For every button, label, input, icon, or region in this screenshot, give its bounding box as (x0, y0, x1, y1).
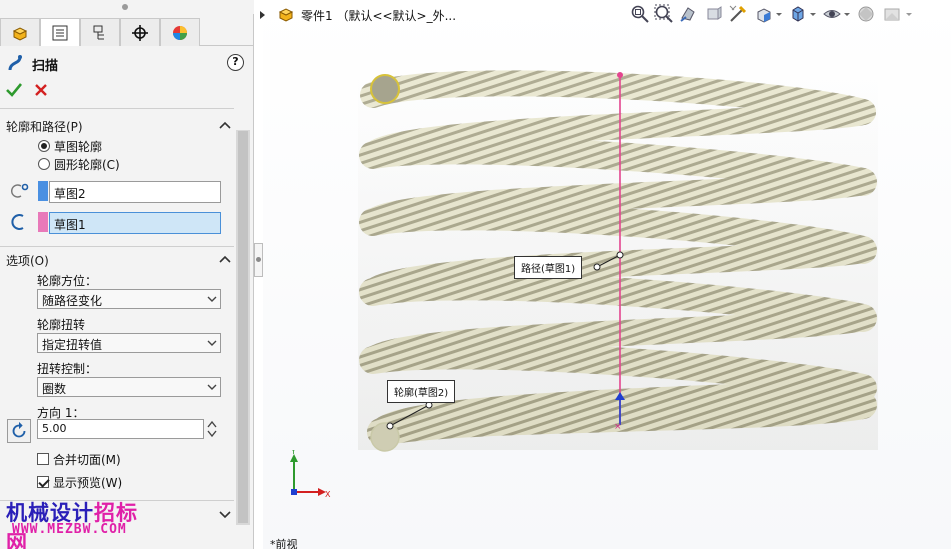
orientation-label: 轮廓方位： (37, 274, 98, 288)
profile-selection-box[interactable]: 草图2 (49, 181, 221, 203)
collapse-arrow-icon[interactable] (219, 121, 231, 129)
tab-dimxpert-manager[interactable] (120, 18, 160, 46)
profile-color-swatch (38, 181, 48, 201)
chevron-down-icon (207, 340, 217, 346)
radio-label: 草图轮廓 (54, 139, 103, 154)
dropdown-value: 圈数 (42, 382, 67, 396)
orientation-dropdown[interactable]: 随路径变化 (37, 289, 221, 309)
y-axis-label: Y (290, 450, 296, 456)
path-callout[interactable]: 路径(草图1) (514, 256, 583, 279)
view-name-label: *前视 (270, 538, 298, 549)
merge-tangent-faces-checkbox[interactable]: 合并切面(M) (37, 451, 121, 467)
splitter-dot (256, 257, 261, 262)
tab-property-manager[interactable] (40, 18, 80, 46)
feature-title: 扫描 (32, 59, 59, 74)
profile-circle-end[interactable] (370, 74, 400, 104)
expand-arrow-icon[interactable] (219, 511, 231, 519)
radio-sketch-profile[interactable]: 草图轮廓 (38, 138, 102, 154)
path-color-swatch (38, 212, 48, 232)
panel-grip[interactable] (0, 0, 254, 14)
collapse-arrow-icon[interactable] (219, 255, 231, 263)
twist-label: 轮廓扭转 (37, 318, 86, 332)
dropdown-value: 随路径变化 (42, 294, 103, 308)
scrollbar-thumb[interactable] (238, 131, 248, 523)
spring-model[interactable]: × (263, 0, 951, 549)
checkbox-label: 显示预览(W) (53, 475, 123, 490)
ok-button[interactable] (5, 81, 23, 99)
separator (0, 246, 234, 247)
crosshair-icon (132, 24, 148, 41)
property-manager-icon (52, 25, 68, 40)
property-manager-panel: 扫描 ? 轮廓和路径(P) 草图轮廓 圆形轮廓(C) 草图2 草图1 选项(O)… (0, 0, 254, 549)
profile-icon (11, 183, 29, 198)
direction-value-input[interactable]: 5.00 (37, 419, 204, 439)
radio-button[interactable] (38, 158, 50, 170)
show-preview-checkbox[interactable]: 显示预览(W) (37, 474, 122, 490)
twist-control-dropdown[interactable]: 圈数 (37, 377, 221, 397)
radio-button[interactable] (38, 140, 50, 152)
leader-dot (386, 422, 394, 430)
tab-display-manager[interactable] (160, 18, 200, 46)
grip-dot (122, 4, 128, 10)
panel-splitter[interactable] (254, 243, 263, 277)
display-manager-icon (173, 25, 187, 40)
dropdown-value: 指定扭转值 (42, 338, 103, 352)
watermark-logo: 机械设计招标网 WWW.MEZBW.COM (6, 497, 156, 549)
profile-path-group-title[interactable]: 轮廓和路径(P) (6, 118, 83, 135)
checkbox[interactable] (37, 453, 49, 465)
feature-manager-icon (12, 26, 28, 41)
path-icon (11, 214, 24, 230)
configuration-manager-icon (93, 25, 104, 39)
path-endpoint[interactable] (617, 72, 623, 78)
path-selection-box[interactable]: 草图1 (49, 212, 221, 234)
profile-circle-start[interactable] (370, 422, 400, 452)
spin-stepper[interactable] (206, 419, 218, 439)
x-axis-label: X (325, 490, 331, 499)
chevron-down-icon (207, 384, 217, 390)
checkbox[interactable] (37, 476, 49, 488)
leader-dot (616, 251, 624, 259)
radio-label: 圆形轮廓(C) (54, 157, 120, 172)
help-button[interactable]: ? (227, 54, 244, 71)
cancel-button[interactable] (32, 81, 50, 99)
origin-marker: × (614, 422, 622, 432)
reverse-direction-icon[interactable] (7, 419, 31, 443)
twist-dropdown[interactable]: 指定扭转值 (37, 333, 221, 353)
twist-control-label: 扭转控制： (37, 362, 98, 376)
radio-circular-profile[interactable]: 圆形轮廓(C) (38, 156, 120, 172)
manager-tabs (0, 18, 254, 46)
feature-title-row: 扫描 ? (0, 52, 254, 76)
tab-feature-manager[interactable] (0, 18, 40, 46)
separator (0, 108, 234, 109)
chevron-down-icon (207, 296, 217, 302)
reference-triad: Y X (290, 450, 331, 499)
leader-dot (593, 263, 601, 271)
checkbox-label: 合并切面(M) (53, 452, 121, 467)
z-axis-marker (291, 489, 297, 495)
options-group-title[interactable]: 选项(O) (6, 252, 49, 269)
sweep-icon (8, 55, 22, 71)
watermark-url: WWW.MEZBW.COM (12, 522, 127, 537)
profile-callout[interactable]: 轮廓(草图2) (387, 380, 456, 403)
tab-configuration-manager[interactable] (80, 18, 120, 46)
